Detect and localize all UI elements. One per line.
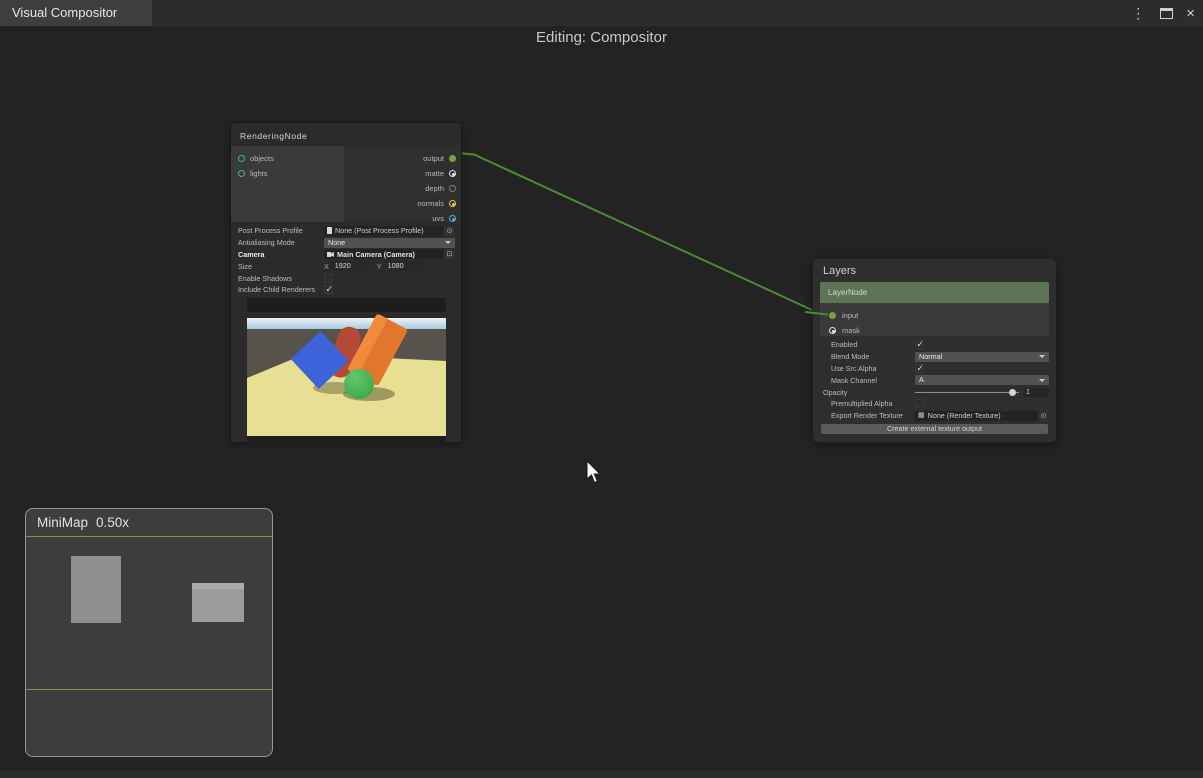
antialiasing-mode-dropdown[interactable]: None [324, 238, 455, 248]
minimap-viewport-top-edge [26, 536, 272, 537]
port-lights-icon[interactable] [238, 170, 245, 177]
premultiplied-alpha-checkbox[interactable] [915, 399, 924, 408]
rendering-node-outputs: output matte depth normals uvs [344, 146, 461, 222]
field-blend-mode: Blend Mode Normal [813, 351, 1056, 363]
close-icon[interactable]: × [1186, 6, 1195, 21]
menu-kebab-icon[interactable]: ⋮ [1129, 6, 1147, 20]
mouse-cursor [584, 459, 606, 485]
field-include-child-renderers: Include Child Renderers ✓ [231, 284, 461, 296]
layers-panel[interactable]: Layers LayerNode input mask Enabled ✓ [812, 258, 1057, 443]
port-matte-icon[interactable] [449, 170, 456, 177]
opacity-value-input[interactable]: 1 [1023, 388, 1049, 397]
minimap-viewport-bottom-edge [26, 689, 272, 690]
field-premultiplied-alpha: Premultiplied Alpha [813, 398, 1056, 410]
port-depth[interactable]: depth [344, 181, 461, 196]
opacity-slider[interactable] [915, 388, 1019, 397]
enable-shadows-checkbox[interactable] [324, 274, 333, 283]
field-mask-channel: Mask Channel A [813, 374, 1056, 386]
port-output[interactable]: output [344, 151, 461, 166]
render-preview-image [247, 298, 446, 446]
field-antialiasing-mode: Antialiasing Mode None [231, 237, 461, 249]
rendering-node-inputs: objects lights [231, 146, 344, 222]
port-input[interactable]: input [820, 308, 1049, 323]
object-picker-icon[interactable]: ⊙ [1038, 411, 1049, 421]
blend-mode-dropdown[interactable]: Normal [915, 352, 1049, 362]
camera-icon [327, 252, 334, 257]
asset-icon [327, 227, 332, 234]
port-normals-icon[interactable] [449, 200, 456, 207]
field-use-src-alpha: Use Src Alpha ✓ [813, 363, 1056, 375]
port-uvs[interactable]: uvs [344, 211, 461, 226]
field-opacity: Opacity 1 [813, 386, 1056, 398]
port-input-icon[interactable] [829, 312, 836, 319]
use-src-alpha-checkbox[interactable]: ✓ [915, 364, 924, 373]
field-enable-shadows: Enable Shadows [231, 272, 461, 284]
editing-breadcrumb: Editing: Compositor [0, 29, 1203, 46]
tab-visual-compositor[interactable]: Visual Compositor [0, 0, 152, 26]
port-normals[interactable]: normals [344, 196, 461, 211]
port-mask-icon[interactable] [829, 327, 836, 334]
port-mask[interactable]: mask [820, 323, 1049, 338]
minimap-panel[interactable]: MiniMap0.50x [25, 508, 273, 757]
camera-object-field[interactable]: Main Camera (Camera) [324, 249, 444, 259]
rendering-node-title: RenderingNode [231, 123, 461, 146]
minimap-title: MiniMap0.50x [26, 509, 272, 530]
port-lights[interactable]: lights [231, 166, 344, 181]
rendering-node[interactable]: RenderingNode objects lights output m [230, 122, 462, 443]
mask-channel-dropdown[interactable]: A [915, 375, 1049, 385]
field-post-process-profile: Post Process Profile None (Post Process … [231, 225, 461, 237]
layers-panel-title: Layers [813, 259, 1056, 282]
minimap-layers-node-rect[interactable] [192, 583, 244, 622]
render-preview [247, 298, 446, 446]
field-camera: Camera Main Camera (Camera) ⊡ [231, 249, 461, 261]
port-uvs-icon[interactable] [449, 215, 456, 222]
minimap-rendering-node-rect[interactable] [71, 556, 121, 623]
texture-icon: ▦ [918, 412, 925, 419]
field-enabled: Enabled ✓ [813, 339, 1056, 351]
opacity-slider-handle[interactable] [1009, 389, 1016, 396]
port-output-icon[interactable] [449, 155, 456, 162]
size-x-input[interactable]: 1920 [332, 261, 369, 271]
connection-wire-stub [805, 307, 829, 321]
maximize-icon[interactable] [1160, 8, 1173, 19]
layer-node-header[interactable]: LayerNode [820, 282, 1049, 303]
minimap-zoom-level: 0.50x [96, 515, 129, 530]
bottom-strip [0, 771, 1203, 778]
include-child-renderers-checkbox[interactable]: ✓ [324, 285, 333, 294]
visual-compositor-window: Visual Compositor ⋮ × Editing: Composito… [0, 0, 1203, 778]
window-titlebar: Visual Compositor ⋮ × [0, 0, 1203, 26]
port-objects-icon[interactable] [238, 155, 245, 162]
port-matte[interactable]: matte [344, 166, 461, 181]
create-external-texture-output-button[interactable]: Create external texture output [821, 424, 1048, 434]
object-picker-icon[interactable]: ⊡ [444, 249, 455, 259]
object-picker-icon[interactable]: ⊙ [444, 226, 455, 236]
field-size: Size X 1920 Y 1080 [231, 260, 461, 272]
export-render-texture-object-field[interactable]: ▦ None (Render Texture) [915, 411, 1038, 421]
port-objects[interactable]: objects [231, 151, 344, 166]
field-export-render-texture: Export Render Texture ▦ None (Render Tex… [813, 410, 1056, 422]
layer-node-ports: input mask [820, 303, 1049, 336]
post-process-profile-object-field[interactable]: None (Post Process Profile) [324, 226, 444, 236]
size-y-input[interactable]: 1080 [385, 261, 422, 271]
port-depth-icon[interactable] [449, 185, 456, 192]
enabled-checkbox[interactable]: ✓ [915, 340, 924, 349]
